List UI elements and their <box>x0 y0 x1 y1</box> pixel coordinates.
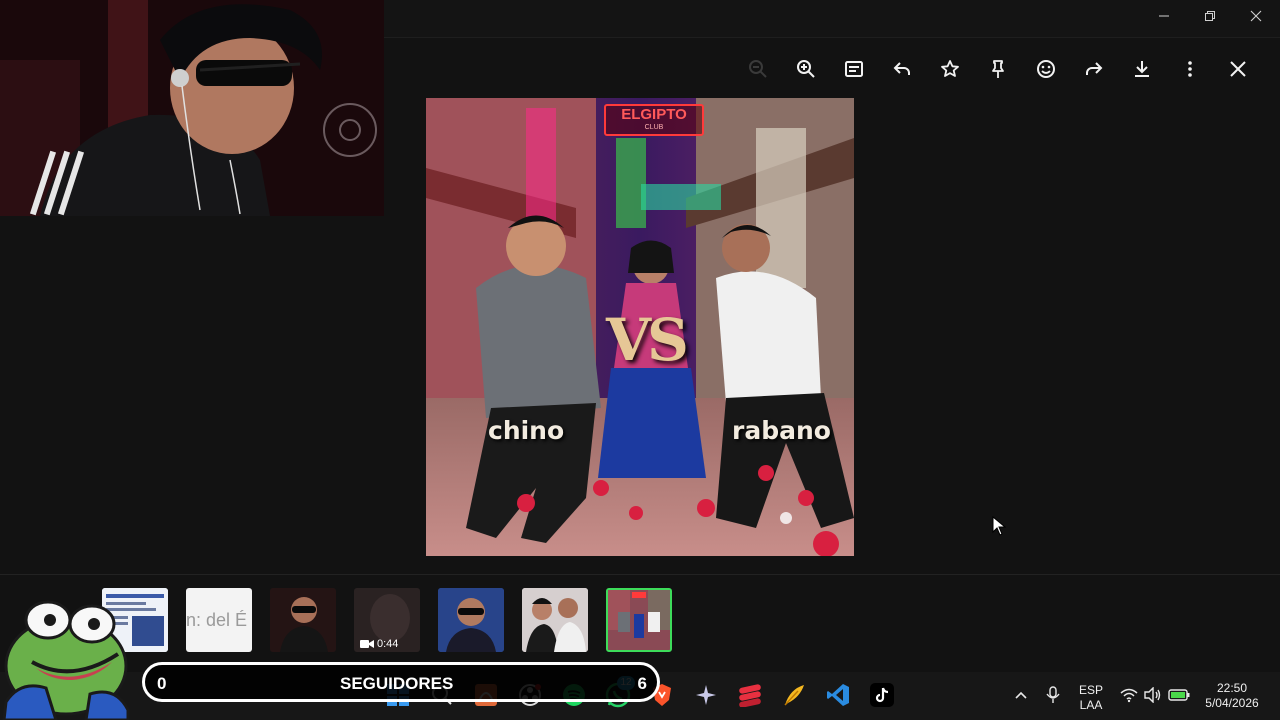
language-indicator[interactable]: ESP LAA <box>1072 683 1110 713</box>
app-red-stack-icon <box>739 684 761 707</box>
forward-icon <box>1086 62 1103 75</box>
clock-date: 5/04/2026 <box>1205 696 1259 710</box>
thumbnail-text[interactable]: n: del É <box>186 588 252 652</box>
thumbnail-photo-person[interactable] <box>270 588 336 652</box>
reply-button[interactable] <box>878 52 926 86</box>
webcam-feed-image <box>0 0 384 216</box>
followers-goal-count: 6 <box>637 674 647 693</box>
language-code: ESP <box>1078 683 1103 697</box>
microphone-icon <box>1046 686 1060 703</box>
thumbnail-current-selected[interactable] <box>606 588 672 652</box>
tiktok-icon <box>870 683 894 707</box>
followers-overlay: 0 SEGUIDORES 6 <box>142 662 660 702</box>
thumbnail-group-preview <box>522 588 588 652</box>
details-icon <box>845 61 863 77</box>
zoom-in-button[interactable] <box>782 52 830 86</box>
reply-icon <box>893 62 910 75</box>
followers-label: SEGUIDORES <box>340 674 454 693</box>
thumbnail-text-content: n: del É <box>186 610 248 630</box>
taskbar-app-vscode[interactable] <box>823 680 853 710</box>
clock[interactable]: 22:50 5/04/2026 <box>1196 681 1268 711</box>
video-camera-icon <box>360 640 374 648</box>
clock-time: 22:50 <box>1216 681 1248 695</box>
brand-title: ELGIPTO <box>621 106 687 123</box>
microphone-button[interactable] <box>1038 680 1068 710</box>
close-icon <box>1230 61 1246 77</box>
thumbnail-current-preview <box>608 590 670 650</box>
sparkle-icon <box>696 685 716 705</box>
frog-mascot-sticker <box>2 600 130 720</box>
close-icon <box>1250 10 1262 22</box>
video-duration: 0:44 <box>377 638 399 650</box>
download-button[interactable] <box>1118 52 1166 86</box>
keyboard-layout: LAA <box>1079 698 1103 712</box>
emoji-icon <box>1037 60 1055 78</box>
main-image[interactable]: ELGIPTO CLUB VS chino rabano <box>426 98 854 556</box>
speaker-icon <box>1144 687 1161 703</box>
vscode-icon <box>827 684 849 706</box>
minimize-icon <box>1159 15 1169 17</box>
thumbnail-photo-smile[interactable] <box>438 588 504 652</box>
feather-icon <box>784 685 804 706</box>
thumbnail-photo-group[interactable] <box>522 588 588 652</box>
vs-label: VS <box>606 306 689 374</box>
thumbnail-person-preview <box>270 588 336 652</box>
taskbar-app-feather[interactable] <box>779 680 809 710</box>
pin-button[interactable] <box>974 52 1022 86</box>
left-name-label: chino <box>488 416 565 445</box>
pin-icon <box>992 60 1004 78</box>
react-button[interactable] <box>1022 52 1070 86</box>
thumbnail-video[interactable]: 0:44 <box>354 588 420 652</box>
minimize-button[interactable] <box>1141 0 1187 32</box>
taskbar-app-tiktok[interactable] <box>867 680 897 710</box>
show-hidden-icons-button[interactable] <box>1006 680 1036 710</box>
more-options-button[interactable] <box>1166 52 1214 86</box>
taskbar-app-red[interactable] <box>735 680 765 710</box>
details-button[interactable] <box>830 52 878 86</box>
chevron-up-icon <box>1015 691 1027 699</box>
webcam-overlay <box>0 0 384 216</box>
battery-icon <box>1168 689 1190 701</box>
viewer-toolbar <box>734 52 1262 86</box>
thumbnail-smile-preview <box>438 588 504 652</box>
more-icon <box>1188 61 1192 77</box>
star-button[interactable] <box>926 52 974 86</box>
taskbar-app-cosmic[interactable] <box>691 680 721 710</box>
star-icon <box>941 60 959 77</box>
zoom-out-icon <box>749 60 767 78</box>
zoom-in-icon <box>797 60 815 78</box>
right-name-label: rabano <box>732 416 831 445</box>
download-icon <box>1135 61 1149 77</box>
wifi-icon <box>1120 688 1138 703</box>
brand-subtitle: CLUB <box>644 124 664 131</box>
followers-start-count: 0 <box>157 674 167 693</box>
brand-logo: ELGIPTO CLUB <box>604 104 704 136</box>
restore-icon <box>1205 11 1215 21</box>
restore-button[interactable] <box>1187 0 1233 32</box>
video-duration-badge: 0:44 <box>360 638 398 650</box>
mouse-pointer-icon <box>992 516 1006 536</box>
battery-button[interactable] <box>1164 680 1194 710</box>
zoom-out-button <box>734 52 782 86</box>
window-close-button[interactable] <box>1233 0 1279 32</box>
photo-viewer-window: ELGIPTO CLUB VS chino rabano n: del É 0:… <box>0 0 1280 720</box>
forward-button[interactable] <box>1070 52 1118 86</box>
viewer-close-button[interactable] <box>1214 52 1262 86</box>
